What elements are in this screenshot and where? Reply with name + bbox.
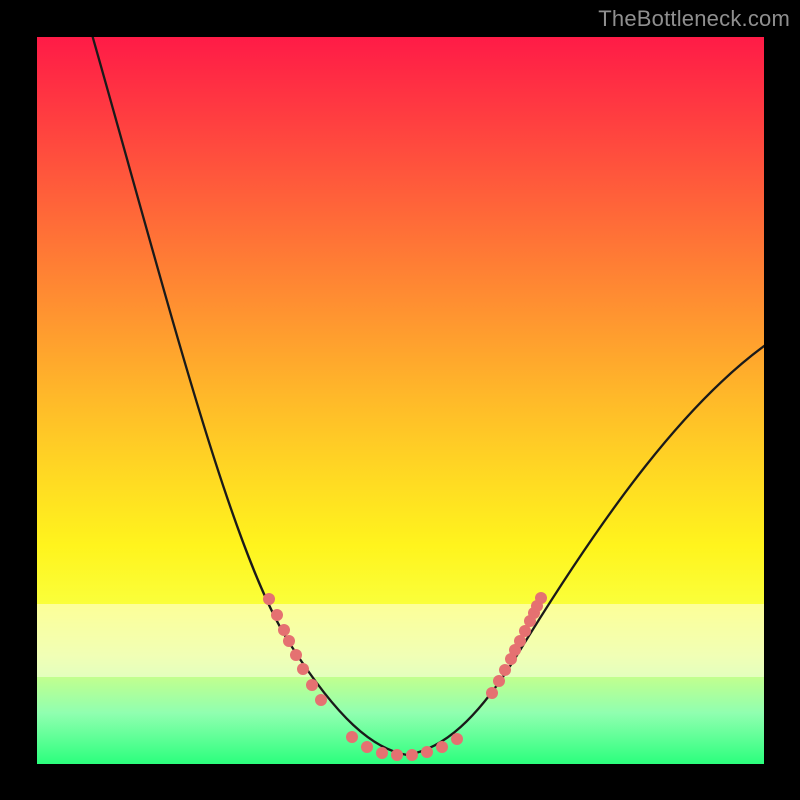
data-point: [376, 747, 388, 759]
data-point: [315, 694, 327, 706]
bottleneck-curve: [87, 37, 764, 755]
data-point: [297, 663, 309, 675]
data-point: [361, 741, 373, 753]
data-point: [451, 733, 463, 745]
data-point: [493, 675, 505, 687]
data-point: [535, 592, 547, 604]
data-point: [391, 749, 403, 761]
data-point: [278, 624, 290, 636]
data-point: [283, 635, 295, 647]
data-point: [406, 749, 418, 761]
data-point: [306, 679, 318, 691]
chart-plot-area: [37, 37, 764, 764]
chart-svg: [37, 37, 764, 764]
data-point: [271, 609, 283, 621]
data-point: [263, 593, 275, 605]
data-point: [499, 664, 511, 676]
watermark-text: TheBottleneck.com: [598, 6, 790, 32]
data-point: [346, 731, 358, 743]
data-point: [290, 649, 302, 661]
data-point: [421, 746, 433, 758]
data-point: [436, 741, 448, 753]
data-point: [486, 687, 498, 699]
